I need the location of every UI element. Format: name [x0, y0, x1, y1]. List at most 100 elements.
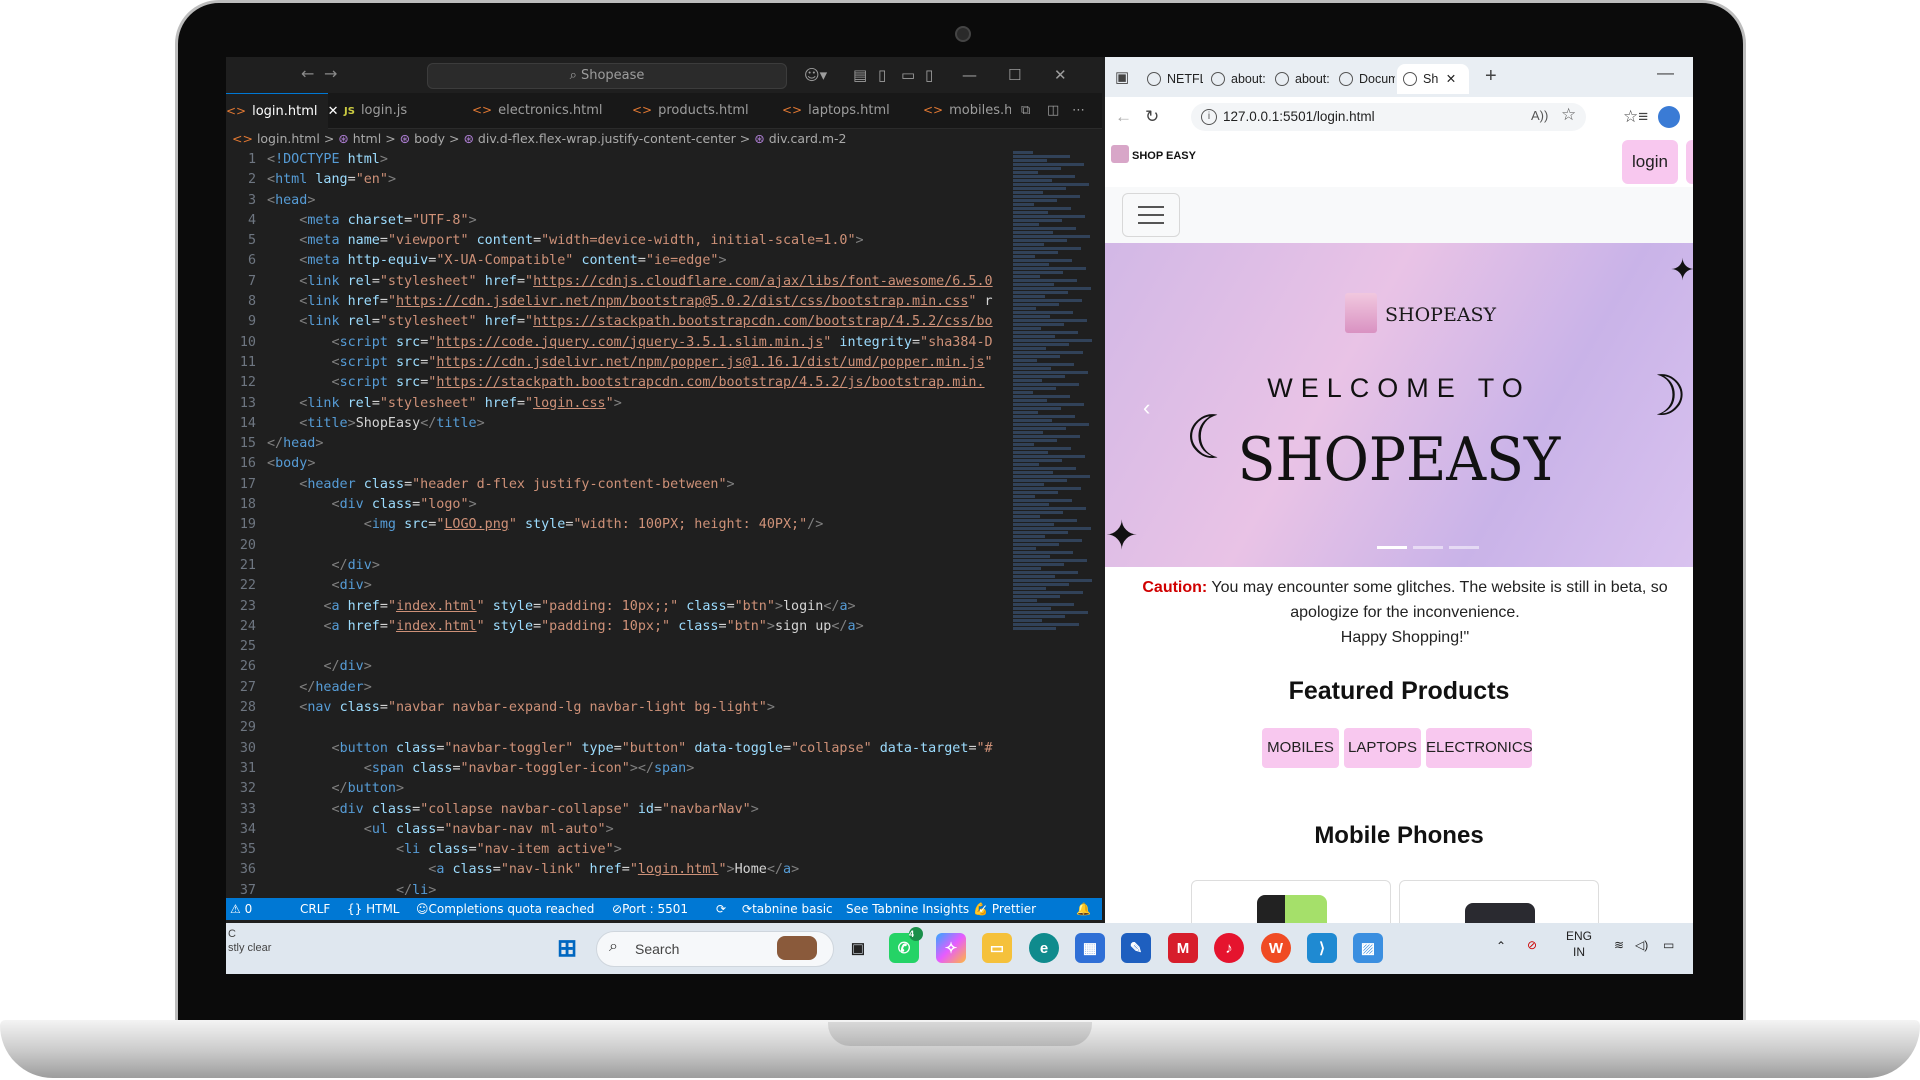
carousel-indicator[interactable] — [1449, 546, 1479, 549]
new-tab-icon[interactable]: + — [1485, 65, 1497, 88]
battery-icon[interactable]: ▭ — [1663, 937, 1674, 953]
task-view-icon[interactable]: ▣ — [843, 933, 873, 963]
code-line[interactable]: 10 <script src="https://code.jquery.com/… — [226, 333, 1006, 353]
code-line[interactable]: 6 <meta http-equiv="X-UA-Compatible" con… — [226, 251, 1006, 271]
code-line[interactable]: 36 <a class="nav-link" href="login.html"… — [226, 860, 1006, 880]
breadcrumb-item[interactable]: html — [353, 131, 381, 146]
code-line[interactable]: 8 <link href="https://cdn.jsdelivr.net/n… — [226, 292, 1006, 312]
language-mode[interactable]: {} HTML — [347, 898, 399, 920]
taskbar-search[interactable]: ⌕ Search — [596, 931, 834, 967]
chevron-up-icon[interactable]: ⌃ — [1496, 938, 1506, 954]
product-card[interactable] — [1399, 880, 1599, 923]
read-aloud-icon[interactable]: A)) — [1531, 108, 1548, 123]
code-line[interactable]: 35 <li class="nav-item active"> — [226, 840, 1006, 860]
breadcrumb-item[interactable]: div.d-flex.flex-wrap.justify-content-cen… — [478, 131, 736, 146]
tabnine-status[interactable]: ⟳ tabnine basic — [742, 898, 833, 920]
tab-mobiles-html[interactable]: <> mobiles.htm — [923, 93, 1011, 128]
avatar[interactable] — [1658, 106, 1680, 128]
minimize-icon[interactable]: — — [1657, 63, 1674, 83]
code-line[interactable]: 2 <html lang="en"> — [226, 170, 1006, 190]
toggle-sidebar-icon[interactable]: ▯ — [878, 66, 886, 84]
refresh-icon[interactable]: ↻ — [1145, 107, 1159, 127]
back-arrow-icon[interactable]: ← — [1115, 107, 1132, 127]
code-line[interactable]: 1 <!DOCTYPE html> — [226, 150, 1006, 170]
tabnine-insights[interactable]: See Tabnine Insights 💪 — [846, 898, 988, 920]
more-actions-icon[interactable]: ⋯ — [1072, 93, 1085, 128]
tab-laptops-html[interactable]: <> laptops.html — [782, 93, 890, 128]
code-line[interactable]: 27 </header> — [226, 678, 1006, 698]
code-line[interactable]: 13 <link rel="stylesheet" href="login.cs… — [226, 394, 1006, 414]
live-server-port[interactable]: ⊘ Port : 5501 — [612, 898, 688, 920]
code-line[interactable]: 20 — [226, 536, 1006, 556]
browser-tab-netflix[interactable]: NETFLI — [1141, 64, 1203, 94]
copilot-status[interactable]: ☺ Completions quota reached — [416, 898, 594, 920]
code-line[interactable]: 3 <head> — [226, 191, 1006, 211]
copilot-icon[interactable]: ✧ — [936, 933, 966, 963]
address-bar[interactable]: i 127.0.0.1:5501/login.html A)) ☆ — [1191, 103, 1586, 131]
electronics-button[interactable]: ELECTRONICS — [1426, 728, 1533, 768]
layout-icon[interactable]: ▤ — [853, 66, 867, 84]
photos-icon[interactable]: ▨ — [1353, 933, 1383, 963]
code-line[interactable]: 31 <span class="navbar-toggler-icon"></s… — [226, 759, 1006, 779]
eol-indicator[interactable]: CRLF — [300, 898, 330, 920]
code-line[interactable]: 7 <link rel="stylesheet" href="https://c… — [226, 272, 1006, 292]
code-line[interactable]: 22 <div> — [226, 576, 1006, 596]
code-editor[interactable]: 1 <!DOCTYPE html> 2 <html lang="en"> 3 <head>… — [226, 150, 1006, 895]
laptops-button[interactable]: LAPTOPS — [1344, 728, 1421, 768]
carousel-prev-icon[interactable]: ‹ — [1143, 395, 1150, 421]
microsoft-store-icon[interactable]: ▦ — [1075, 933, 1105, 963]
sync-icon[interactable]: ⟳ — [716, 898, 726, 920]
code-line[interactable]: 32 </button> — [226, 779, 1006, 799]
code-line[interactable]: 33 <div class="collapse navbar-collapse"… — [226, 800, 1006, 820]
breadcrumb-item[interactable]: login.html — [257, 131, 320, 146]
wps-office-icon[interactable]: W — [1261, 933, 1291, 963]
breadcrumb-item[interactable]: body — [414, 131, 445, 146]
code-line[interactable]: 4 <meta charset="UTF-8"> — [226, 211, 1006, 231]
back-arrow-icon[interactable]: ← — [301, 64, 314, 83]
carousel-indicator[interactable] — [1413, 546, 1443, 549]
command-center-search[interactable]: ⌕ Shopease — [427, 63, 787, 89]
code-line[interactable]: 18 <div class="logo"> — [226, 495, 1006, 515]
notifications-icon[interactable]: 🔔 — [1076, 898, 1091, 920]
code-line[interactable]: 30 <button class="navbar-toggler" type="… — [226, 739, 1006, 759]
breadcrumb-item[interactable]: div.card.m-2 — [769, 131, 847, 146]
browser-tab-shopeasy[interactable]: Sh ✕ — [1397, 64, 1469, 94]
code-line[interactable]: 9 <link rel="stylesheet" href="https://s… — [226, 312, 1006, 332]
favorite-star-icon[interactable]: ☆ — [1561, 105, 1576, 125]
split-editor-icon[interactable]: ◫ — [1047, 93, 1059, 128]
site-logo[interactable]: SHOP EASY — [1111, 145, 1196, 163]
favorites-icon[interactable]: ☆≡ — [1623, 107, 1648, 127]
code-line[interactable]: 29 — [226, 718, 1006, 738]
vscode-icon[interactable]: ⟩ — [1307, 933, 1337, 963]
code-line[interactable]: 26 </div> — [226, 657, 1006, 677]
open-preview-icon[interactable]: ⧉ — [1021, 93, 1030, 128]
prettier-status[interactable]: ✓ Prettier — [978, 898, 1036, 920]
music-app-icon[interactable]: ♪ — [1214, 933, 1244, 963]
code-line[interactable]: 14 <title>ShopEasy</title> — [226, 414, 1006, 434]
minimize-icon[interactable]: — — [962, 66, 977, 84]
browser-tab-about-1[interactable]: about: — [1205, 64, 1267, 94]
tab-products-html[interactable]: <> products.html — [632, 93, 749, 128]
problems-indicator[interactable]: ⚠ 0 — [230, 898, 252, 920]
browser-tab-about-2[interactable]: about: — [1269, 64, 1331, 94]
toggle-panel-icon[interactable]: ▭ — [901, 66, 915, 84]
forward-arrow-icon[interactable]: → — [324, 64, 337, 83]
toggle-secondary-sidebar-icon[interactable]: ▯ — [925, 66, 933, 84]
code-line[interactable]: 11 <script src="https://cdn.jsdelivr.net… — [226, 353, 1006, 373]
minimap[interactable] — [1013, 150, 1093, 770]
volume-icon[interactable]: ◁) — [1635, 937, 1648, 953]
start-icon[interactable]: ⊞ — [552, 933, 582, 963]
close-tab-icon[interactable]: ✕ — [1446, 72, 1456, 86]
hero-carousel[interactable]: SHOPEASY WELCOME TO SHOPEASY ‹ ✦ ☾ ☾ ✦ — [1105, 243, 1693, 567]
signup-button[interactable] — [1686, 140, 1693, 184]
code-line[interactable]: 17 <header class="header d-flex justify-… — [226, 475, 1006, 495]
code-line[interactable]: 34 <ul class="navbar-nav ml-auto"> — [226, 820, 1006, 840]
code-line[interactable]: 15 </head> — [226, 434, 1006, 454]
browser-tab-docum[interactable]: Docum — [1333, 64, 1395, 94]
login-button[interactable]: login — [1622, 140, 1678, 184]
wifi-icon[interactable]: ≋ — [1614, 937, 1624, 953]
code-line[interactable]: 19 <img src="LOGO.png" style="width: 100… — [226, 515, 1006, 535]
site-info-icon[interactable]: i — [1201, 109, 1217, 125]
code-line[interactable]: 23 <a href="index.html" style="padding: … — [226, 597, 1006, 617]
code-line[interactable]: 25 — [226, 637, 1006, 657]
